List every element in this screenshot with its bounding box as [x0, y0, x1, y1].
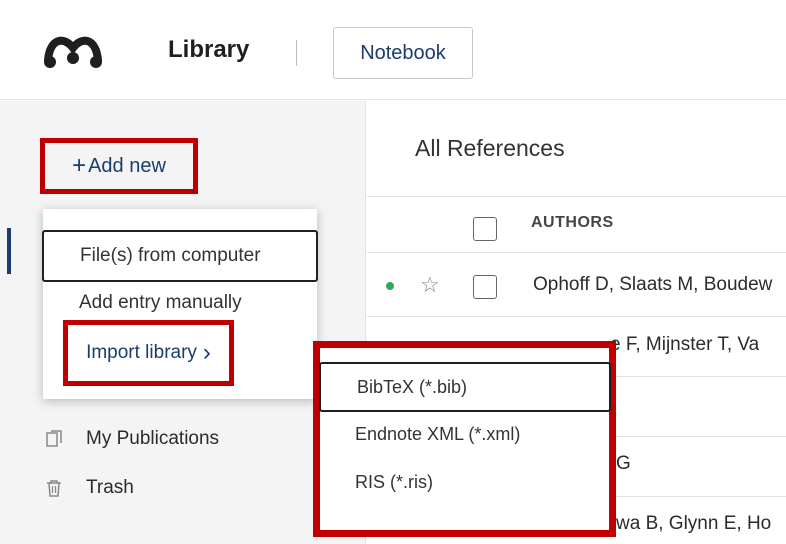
- add-new-button[interactable]: + Add new: [40, 138, 198, 194]
- menu-item-import-library[interactable]: Import library ›: [63, 320, 234, 386]
- sidebar-item-trash[interactable]: Trash: [44, 477, 134, 499]
- trash-icon: [44, 478, 64, 498]
- header-divider: [296, 40, 297, 66]
- table-row[interactable]: wa B, Glynn E, Ho: [616, 513, 771, 535]
- divider: [367, 196, 786, 197]
- sidebar-active-indicator: [7, 228, 11, 274]
- table-row[interactable]: e F, Mijnster T, Va: [610, 334, 759, 356]
- divider: [367, 316, 786, 317]
- submenu-item-endnote-xml[interactable]: Endnote XML (*.xml): [355, 424, 520, 445]
- submenu-item-ris[interactable]: RIS (*.ris): [355, 472, 433, 493]
- unread-dot-icon: [386, 282, 394, 290]
- table-row[interactable]: Ophoff D, Slaats M, Boudew: [533, 274, 786, 296]
- star-icon[interactable]: ☆: [420, 272, 440, 298]
- import-library-label: Import library: [86, 342, 197, 363]
- menu-item-files-from-computer[interactable]: File(s) from computer: [42, 230, 318, 282]
- sidebar-item-label: My Publications: [86, 428, 220, 449]
- menu-item-add-entry-manually[interactable]: Add entry manually: [79, 292, 242, 314]
- publications-icon: [44, 429, 64, 449]
- mendeley-logo-icon[interactable]: [42, 34, 104, 70]
- plus-icon: +: [72, 152, 87, 179]
- row-checkbox[interactable]: [473, 275, 497, 299]
- notebook-button[interactable]: Notebook: [333, 27, 473, 79]
- submenu-item-bibtex[interactable]: BibTeX (*.bib): [319, 362, 611, 412]
- select-all-checkbox[interactable]: [473, 217, 497, 241]
- table-row[interactable]: G: [616, 453, 631, 475]
- chevron-right-icon: ›: [202, 339, 211, 366]
- sidebar-item-label: Trash: [86, 477, 134, 498]
- add-new-label: Add new: [88, 154, 166, 177]
- divider: [367, 252, 786, 253]
- page-title: Library: [168, 36, 250, 63]
- app-header: Library Notebook: [0, 0, 786, 100]
- references-title: All References: [415, 135, 565, 161]
- sidebar-item-my-publications[interactable]: My Publications: [44, 428, 219, 450]
- column-header-authors[interactable]: AUTHORS: [531, 214, 614, 232]
